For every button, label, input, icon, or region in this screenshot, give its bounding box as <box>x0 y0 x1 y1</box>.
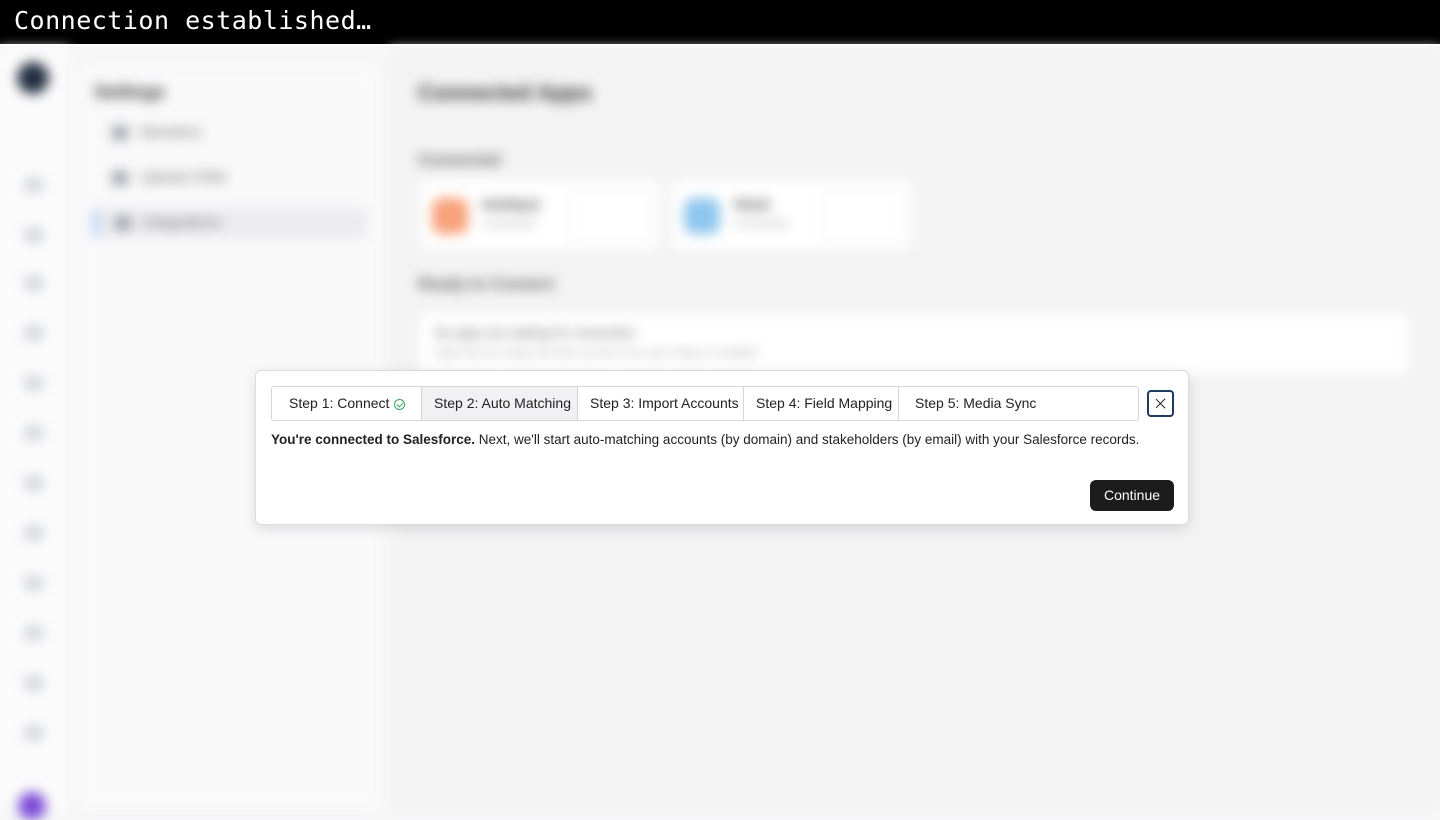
message-rest: Next, we'll start auto-matching accounts… <box>475 432 1140 447</box>
app-meta: Connected <box>734 218 788 230</box>
messages-icon <box>25 426 43 440</box>
connection-message: You're connected to Salesforce. Next, we… <box>271 432 1139 447</box>
page-title: Connected Apps <box>418 80 592 105</box>
settings-item-integrations: Integrations <box>94 208 367 238</box>
app-name: Slack <box>734 196 771 212</box>
check-circle-icon <box>394 399 406 410</box>
members-icon <box>112 126 128 140</box>
ready-heading: Ready to Connect <box>418 276 555 293</box>
settings-item-label: Integrations <box>143 214 222 231</box>
app-card-slack: Slack Connected <box>672 180 912 250</box>
contacts-icon <box>25 276 43 290</box>
status-bar: Connection established… <box>0 0 1440 46</box>
hubspot-icon <box>432 198 468 234</box>
settings-item-upload: Upload CRM <box>94 163 364 193</box>
settings-item-members: Members <box>94 118 364 148</box>
settings-icon <box>25 726 43 740</box>
tab-label: Step 5: Media Sync <box>915 395 1037 411</box>
tab-label: Step 4: Field Mapping <box>756 395 893 411</box>
ready-box: No apps are waiting for connection Apps … <box>418 312 1410 376</box>
tab-label: Step 1: Connect <box>289 395 390 411</box>
tab-label: Step 2: Auto Matching <box>434 395 571 411</box>
upload-icon <box>112 171 128 185</box>
avatar <box>18 792 46 820</box>
status-text: Connection established… <box>14 6 372 35</box>
tab-step-3[interactable]: Step 3: Import Accounts <box>578 387 744 420</box>
tab-step-5[interactable]: Step 5: Media Sync <box>899 387 1138 420</box>
slack-icon <box>684 198 720 234</box>
tasks-icon <box>25 476 43 490</box>
app-settings-box <box>570 188 652 244</box>
ready-line2: Apps that are ready will show up here on… <box>435 347 759 359</box>
app-settings-box <box>822 188 904 244</box>
tab-step-4[interactable]: Step 4: Field Mapping <box>744 387 899 420</box>
connected-heading: Connected <box>418 152 501 169</box>
continue-button[interactable]: Continue <box>1090 480 1174 511</box>
integrations-icon <box>115 216 131 230</box>
calendar-icon <box>25 376 43 390</box>
settings-title: Settings <box>94 82 166 102</box>
analytics-icon <box>25 626 43 640</box>
close-button[interactable] <box>1147 390 1174 417</box>
close-icon <box>1155 398 1166 409</box>
settings-item-label: Members <box>140 124 203 141</box>
reports-icon <box>25 326 43 340</box>
icon-rail <box>0 48 69 820</box>
tab-label: Step 3: Import Accounts <box>590 395 739 411</box>
ready-line1: No apps are waiting for connection <box>435 325 636 340</box>
app-name: HubSpot <box>482 196 541 212</box>
app-meta: Connected <box>482 218 536 230</box>
logo-icon <box>17 62 49 94</box>
salesforce-setup-modal: Step 1: Connect Step 2: Auto Matching St… <box>255 370 1189 525</box>
help-icon <box>25 676 43 690</box>
accounts-icon <box>25 228 43 242</box>
tab-step-1[interactable]: Step 1: Connect <box>272 387 422 420</box>
files-icon <box>25 576 43 590</box>
app-card-hubspot: HubSpot Connected <box>420 180 660 250</box>
message-bold: You're connected to Salesforce. <box>271 432 476 447</box>
step-tabs: Step 1: Connect Step 2: Auto Matching St… <box>271 386 1139 421</box>
settings-item-label: Upload CRM <box>140 169 226 186</box>
notes-icon <box>25 526 43 540</box>
home-icon <box>25 178 43 192</box>
tab-step-2[interactable]: Step 2: Auto Matching <box>422 387 578 420</box>
